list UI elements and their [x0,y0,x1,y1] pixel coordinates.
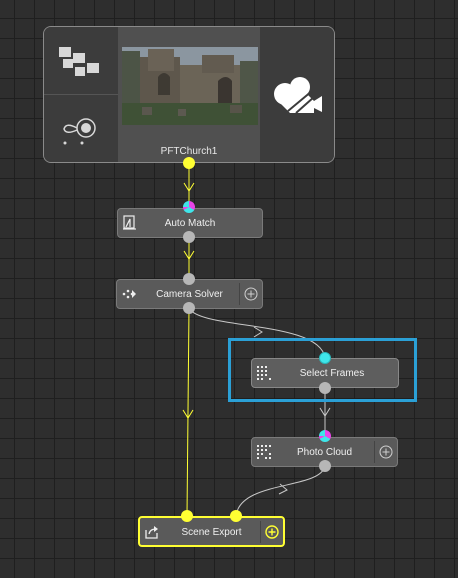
clip-node-right-panel [260,27,334,162]
node-divider [260,521,261,543]
auto-match-label: Auto Match [164,218,216,229]
clip-panel-divider [44,94,118,95]
camera-solver-label: Camera Solver [156,289,223,300]
select-frames-icon [257,366,271,380]
wire-photocloud-export [235,465,326,517]
auto-match-input-port[interactable] [183,201,195,213]
scene-export-mesh-input-port[interactable] [230,510,242,522]
wire-arrow [253,326,263,338]
plus-icon[interactable] [265,525,279,539]
camera-solver-output-port[interactable] [183,302,195,314]
wire-solver-export [186,307,190,517]
select-frames-output-port[interactable] [319,382,331,394]
camera-solver-input-port[interactable] [183,273,195,285]
photo-cloud-input-port[interactable] [319,430,331,442]
clip-thumbnail-church [122,47,258,125]
auto-match-output-port[interactable] [183,231,195,243]
camera-solver-icon [122,289,136,299]
auto-match-icon [123,215,136,230]
tracker-icon[interactable] [60,115,102,147]
clip-output-port[interactable] [183,157,195,169]
node-divider [374,441,375,463]
plus-icon[interactable] [379,445,393,459]
mosaic-icon[interactable] [59,47,103,81]
select-frames-label: Select Frames [299,368,365,379]
select-frames-input-port[interactable] [319,352,331,364]
export-icon [145,526,158,539]
clip-node-left-panel [44,27,118,162]
photo-cloud-output-port[interactable] [319,460,331,472]
plus-icon[interactable] [244,287,258,301]
camera-icon[interactable] [272,75,324,117]
photo-cloud-icon [257,445,271,459]
scene-export-node[interactable]: Scene Export [138,516,285,547]
clip-input-node[interactable]: PFTChurch1 [43,26,335,163]
node-divider [239,283,240,305]
clip-name-label: PFTChurch1 [160,146,218,157]
scene-export-label: Scene Export [181,527,242,538]
photo-cloud-label: Photo Cloud [296,447,353,458]
scene-export-camera-input-port[interactable] [181,510,193,522]
